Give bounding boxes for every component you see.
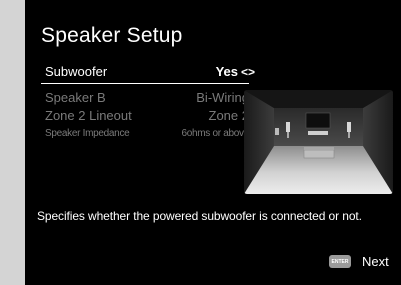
speaker-room-diagram — [244, 90, 393, 194]
menu-item-value: Zone 2 — [208, 108, 249, 123]
room-illustration — [244, 90, 393, 194]
menu-item-speaker-impedance[interactable]: Speaker Impedance 6ohms or above — [41, 128, 249, 146]
menu-item-value: 6ohms or above — [181, 128, 249, 139]
sofa-icon — [303, 149, 335, 159]
left-right-arrows-icon[interactable]: <> — [241, 65, 255, 79]
menu-item-label: Subwoofer — [45, 64, 108, 79]
menu-item-subwoofer[interactable]: Subwoofer Yes <> — [41, 64, 255, 82]
center-speaker-icon — [308, 131, 328, 135]
selection-underline — [41, 83, 249, 84]
menu-item-label: Zone 2 Lineout — [45, 108, 132, 123]
menu-item-value: Bi-Wiring — [196, 90, 249, 105]
subwoofer-value: Yes — [215, 64, 238, 79]
menu-item-label: Speaker Impedance — [45, 128, 130, 139]
menu-item-zone2-lineout[interactable]: Zone 2 Lineout Zone 2 — [41, 108, 249, 126]
menu-item-label: Speaker B — [45, 90, 106, 105]
enter-button-icon[interactable]: ENTER — [329, 255, 351, 268]
side-panel — [0, 0, 25, 285]
menu-item-speaker-b[interactable]: Speaker B Bi-Wiring — [41, 90, 249, 108]
front-left-speaker-icon — [286, 122, 290, 132]
menu-item-value[interactable]: Yes <> — [216, 64, 255, 79]
subwoofer-icon — [275, 128, 279, 135]
next-label[interactable]: Next — [362, 254, 389, 269]
setting-description: Specifies whether the powered subwoofer … — [37, 209, 362, 223]
tv-icon — [305, 112, 331, 129]
setup-screen: Speaker Setup Subwoofer Yes <> Speaker B … — [25, 0, 401, 285]
page-title: Speaker Setup — [41, 24, 183, 47]
front-right-speaker-icon — [347, 122, 351, 132]
